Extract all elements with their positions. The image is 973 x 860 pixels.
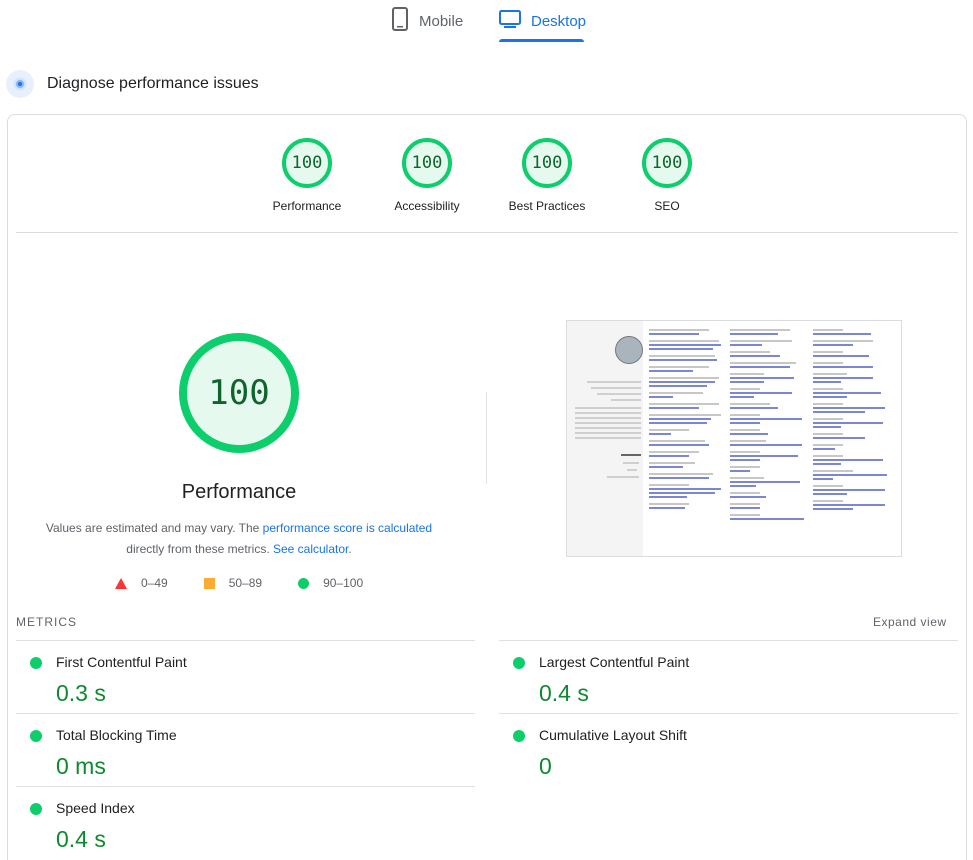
- metric-largest-contentful-paint: Largest Contentful Paint 0.4 s: [513, 654, 953, 706]
- gauge-score: 100: [291, 153, 323, 173]
- pass-circle-icon: [513, 730, 525, 742]
- device-tabs: Mobile Desktop: [0, 0, 973, 44]
- metric-cumulative-layout-shift: Cumulative Layout Shift 0: [513, 727, 953, 779]
- performance-score-calculated-link[interactable]: performance score is calculated: [263, 521, 432, 535]
- gauge-ring: 100: [522, 138, 572, 188]
- gauge-score: 100: [411, 153, 443, 173]
- active-tab-indicator: [499, 39, 584, 42]
- thumbnail-line: [611, 399, 641, 401]
- metric-name: Largest Contentful Paint: [539, 654, 690, 670]
- thumbnail-line: [607, 476, 639, 478]
- diagnose-title: Diagnose performance issues: [47, 75, 259, 92]
- thumbnail-line: [587, 381, 641, 383]
- metric-name: Speed Index: [56, 800, 135, 816]
- thumbnail-line: [591, 387, 641, 389]
- thumbnail-column-2: [730, 329, 810, 522]
- thumbnail-line: [575, 422, 641, 424]
- pass-circle-icon: [30, 803, 42, 815]
- metric-speed-index: Speed Index 0.4 s: [30, 800, 470, 852]
- metric-divider: [16, 640, 475, 641]
- thumbnail-line: [623, 462, 639, 464]
- metric-name: Total Blocking Time: [56, 727, 177, 743]
- gauge-ring: 100: [282, 138, 332, 188]
- pass-circle-icon: [30, 657, 42, 669]
- metric-value: 0.3 s: [56, 680, 106, 706]
- desc-prefix: Values are estimated and may vary. The: [45, 521, 263, 535]
- thumbnail-line: [575, 432, 641, 434]
- desc-suffix: .: [348, 542, 352, 556]
- legend-pass: 90–100: [298, 576, 363, 590]
- score-legend: 0–49 50–89 90–100: [115, 576, 399, 590]
- metric-value: 0 ms: [56, 753, 106, 779]
- metric-divider: [499, 640, 958, 641]
- gauge-label-performance: Performance: [272, 199, 342, 213]
- metric-value: 0: [539, 753, 552, 779]
- performance-title: Performance: [181, 481, 297, 503]
- section-divider: [16, 232, 958, 233]
- metric-name: First Contentful Paint: [56, 654, 187, 670]
- thumbnail-line: [621, 454, 641, 456]
- gauge-label-best-practices: Best Practices: [508, 199, 586, 213]
- page-screenshot-thumbnail[interactable]: [566, 320, 902, 557]
- pass-circle-icon: [513, 657, 525, 669]
- thumbnail-line: [575, 427, 641, 429]
- tab-desktop-label: Desktop: [531, 12, 587, 30]
- fail-triangle-icon: [115, 577, 127, 589]
- diagnose-header: Diagnose performance issues: [6, 70, 259, 98]
- metric-first-contentful-paint: First Contentful Paint 0.3 s: [30, 654, 470, 706]
- diagnose-icon: [6, 70, 34, 98]
- tab-desktop[interactable]: Desktop: [499, 0, 586, 42]
- desc-middle: directly from these metrics.: [126, 542, 273, 556]
- thumbnail-line: [575, 412, 641, 414]
- metric-divider: [16, 786, 475, 787]
- gauge-seo[interactable]: 100: [642, 138, 692, 188]
- metric-value: 0.4 s: [539, 680, 589, 706]
- thumbnail-line: [627, 469, 637, 471]
- pass-circle-icon: [30, 730, 42, 742]
- thumbnail-line: [597, 393, 641, 395]
- gauge-best-practices[interactable]: 100: [522, 138, 572, 188]
- tab-mobile[interactable]: Mobile: [391, 0, 463, 42]
- thumbnail-sidebar: [567, 321, 643, 556]
- metrics-heading: METRICS: [16, 615, 77, 629]
- gauge-label-accessibility: Accessibility: [394, 199, 460, 213]
- metric-value: 0.4 s: [56, 826, 106, 852]
- performance-description: Values are estimated and may vary. The p…: [38, 518, 440, 560]
- performance-score: 100: [208, 373, 270, 413]
- metric-divider: [499, 713, 958, 714]
- gauge-accessibility[interactable]: 100: [402, 138, 452, 188]
- legend-fail: 0–49: [115, 576, 168, 590]
- gauge-score: 100: [651, 153, 683, 173]
- desktop-monitor-icon: [499, 9, 521, 34]
- mobile-phone-icon: [391, 6, 409, 36]
- gauge-label-seo: SEO: [654, 199, 680, 213]
- metric-total-blocking-time: Total Blocking Time 0 ms: [30, 727, 470, 779]
- metric-name: Cumulative Layout Shift: [539, 727, 687, 743]
- average-square-icon: [203, 577, 215, 589]
- vertical-divider: [486, 392, 487, 484]
- thumbnail-avatar: [615, 336, 643, 364]
- gauge-ring: 100: [402, 138, 452, 188]
- thumbnail-line: [575, 407, 641, 409]
- legend-pass-label: 90–100: [323, 576, 364, 590]
- gauge-performance[interactable]: 100: [282, 138, 332, 188]
- thumbnail-line: [575, 417, 641, 419]
- legend-average-label: 50–89: [228, 576, 263, 590]
- see-calculator-link[interactable]: See calculator: [273, 542, 348, 556]
- gauge-score: 100: [531, 153, 563, 173]
- gauge-ring: 100: [642, 138, 692, 188]
- thumbnail-line: [575, 437, 641, 439]
- pass-circle-icon: [298, 577, 310, 589]
- legend-fail-label: 0–49: [141, 576, 168, 590]
- tab-mobile-label: Mobile: [419, 12, 464, 30]
- legend-average: 50–89: [203, 576, 263, 590]
- metric-divider: [16, 713, 475, 714]
- thumbnail-column-3: [813, 329, 893, 512]
- thumbnail-column-1: [649, 329, 729, 511]
- performance-gauge-large: 100: [179, 333, 299, 453]
- expand-view-button[interactable]: Expand view: [873, 615, 947, 629]
